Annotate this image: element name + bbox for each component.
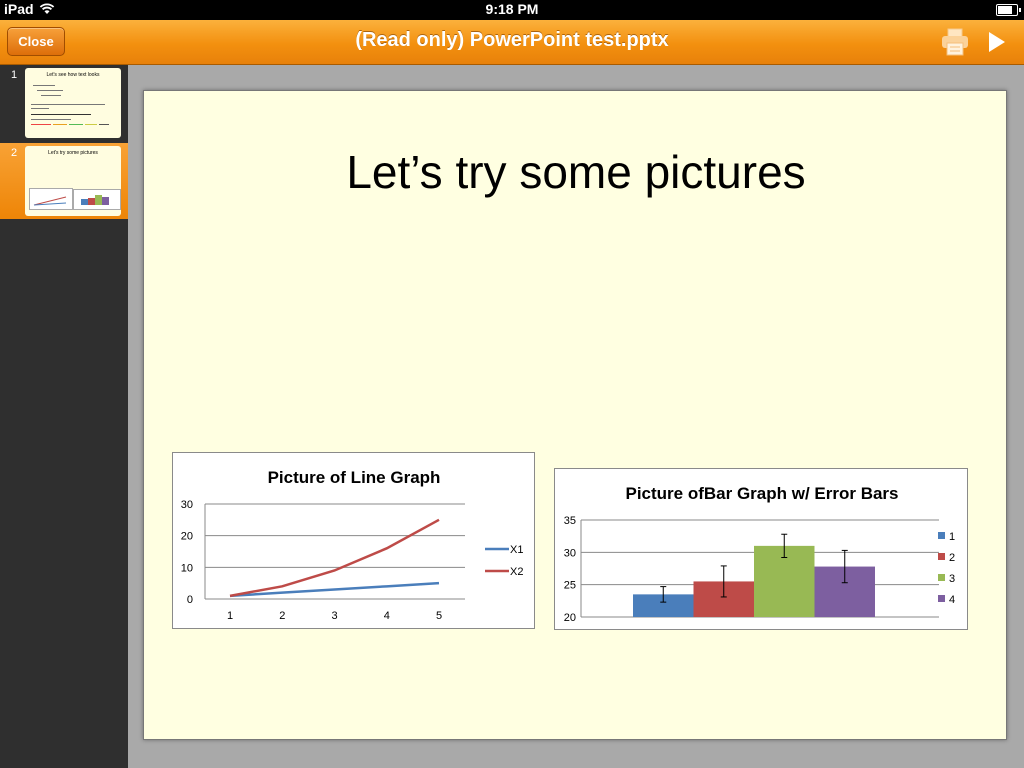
y-tick-label: 30 [181,499,193,511]
x-tick-label: 3 [331,610,337,622]
clock: 9:18 PM [485,1,539,17]
y-tick-label: 10 [181,562,193,574]
legend-swatch [938,532,945,539]
legend-swatch [938,553,945,560]
status-bar: iPad 9:18 PM [0,0,1024,20]
thumbnail-number: 1 [11,69,18,81]
thumbnail-title: Let's see how text looks [46,72,100,78]
legend-label: 1 [949,531,955,543]
print-icon[interactable] [940,28,970,56]
line-chart: Picture of Line Graph 0 10 20 30 1 2 3 4 5 X1 X2 [181,468,524,622]
legend-label: X1 [510,544,523,556]
slide-thumbnail-sidebar: 1 Let's see how text looks 2 Let's try s… [0,65,128,768]
toolbar: Close (Read only) PowerPoint test.pptx [0,20,1024,65]
chart-title: Picture of Line Graph [268,468,441,487]
battery-icon [996,4,1021,16]
thumbnail-bar-chart [73,189,121,210]
legend-swatch [938,574,945,581]
y-tick-label: 35 [564,515,576,527]
thumbnail-number: 2 [11,147,18,159]
x-tick-label: 4 [384,610,390,622]
y-tick-label: 20 [564,612,576,624]
thumbnail-preview: Let's try some pictures [25,146,121,216]
chart-title: Picture ofBar Graph w/ Error Bars [625,484,898,503]
line-graph-picture: Picture of Line Graph 0 10 20 30 1 2 3 4 5 X1 X2 [172,452,535,629]
legend-label: 2 [949,552,955,564]
legend-swatch [938,595,945,602]
x-tick-label: 2 [279,610,285,622]
legend-label: 3 [949,573,955,585]
x-tick-label: 1 [227,610,233,622]
slide-title: Let’s try some pictures [346,146,806,198]
y-tick-label: 30 [564,547,576,559]
y-tick-label: 25 [564,580,576,592]
document-title: (Read only) PowerPoint test.pptx [355,29,669,51]
y-tick-label: 0 [187,594,193,606]
slide-thumbnail-1[interactable]: 1 Let's see how text looks [0,65,128,141]
slide: Let’s try some pictures [143,90,1007,740]
bar-chart: Picture ofBar Graph w/ Error Bars 20 25 30 3… [564,484,955,624]
thumbnail-title: Let's try some pictures [48,150,98,156]
legend-label: X2 [510,566,523,578]
bar-graph-picture: Picture ofBar Graph w/ Error Bars 20 25 30 3… [554,468,968,630]
legend-label: 4 [949,594,955,606]
thumbnail-line-chart [29,188,73,210]
y-tick-label: 20 [181,531,193,543]
play-icon[interactable] [986,30,1008,54]
thumbnail-preview: Let's see how text looks [25,68,121,138]
x-tick-label: 5 [436,610,442,622]
slide-thumbnail-2[interactable]: 2 Let's try some pictures [0,143,128,219]
